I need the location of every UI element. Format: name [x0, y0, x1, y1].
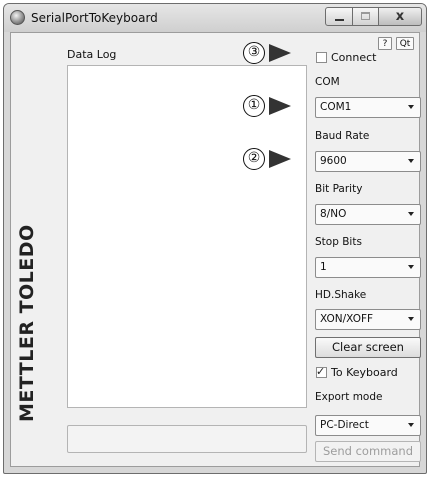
window-title: SerialPortToKeyboard	[31, 11, 158, 25]
brand-logo: METTLER TOLEDO	[16, 224, 38, 422]
export-mode-label: Export mode	[315, 391, 383, 403]
chevron-down-icon	[408, 265, 414, 269]
connect-checkbox[interactable]	[316, 52, 327, 63]
arrow-right-icon	[269, 97, 291, 115]
callout-1: ①	[243, 95, 291, 117]
help-button[interactable]: ?	[378, 37, 392, 50]
minimize-icon	[335, 19, 344, 21]
close-button[interactable]: x	[378, 7, 422, 26]
about-qt-button[interactable]: Qt	[396, 37, 414, 50]
callout-number: ②	[243, 148, 265, 170]
export-mode-value: PC-Direct	[320, 419, 369, 431]
callout-3: ③	[243, 42, 291, 64]
maximize-button[interactable]	[352, 7, 379, 26]
bit-parity-value: 8/NO	[320, 208, 347, 220]
chevron-down-icon	[408, 159, 414, 163]
bit-parity-select[interactable]: 8/NO	[315, 204, 421, 225]
send-command-button[interactable]: Send command	[315, 441, 421, 462]
callout-number: ③	[243, 42, 265, 64]
handshake-label: HD.Shake	[315, 289, 367, 301]
stop-bits-value: 1	[320, 261, 327, 273]
data-log-label: Data Log	[67, 48, 117, 61]
handshake-value: XON/XOFF	[320, 313, 374, 325]
callout-number: ①	[243, 95, 265, 117]
chevron-down-icon	[408, 423, 414, 427]
stop-bits-label: Stop Bits	[315, 236, 362, 248]
com-select[interactable]: COM1	[315, 97, 421, 118]
clear-screen-button[interactable]: Clear screen	[315, 337, 421, 358]
callout-2: ②	[243, 148, 291, 170]
command-input[interactable]	[67, 425, 307, 453]
com-value: COM1	[320, 101, 352, 113]
com-label: COM	[315, 76, 340, 88]
maximize-icon	[361, 12, 370, 20]
bit-parity-label: Bit Parity	[315, 183, 363, 195]
close-icon: x	[395, 9, 405, 24]
baud-rate-label: Baud Rate	[315, 130, 370, 142]
handshake-select[interactable]: XON/XOFF	[315, 309, 421, 330]
arrow-right-icon	[269, 44, 291, 62]
export-mode-select[interactable]: PC-Direct	[315, 415, 421, 436]
app-icon	[10, 10, 25, 25]
title-bar[interactable]: SerialPortToKeyboard x	[4, 4, 426, 32]
minimize-button[interactable]	[325, 7, 353, 26]
chevron-down-icon	[408, 212, 414, 216]
connect-label: Connect	[331, 51, 377, 64]
to-keyboard-checkbox[interactable]: ✓	[316, 365, 327, 378]
chevron-down-icon	[408, 317, 414, 321]
app-window: SerialPortToKeyboard x METTLER TOLEDO Da…	[3, 3, 427, 474]
main-panel: METTLER TOLEDO Data Log ? Qt Connect COM…	[10, 32, 421, 467]
to-keyboard-label: To Keyboard	[331, 366, 398, 379]
baud-rate-select[interactable]: 9600	[315, 151, 421, 172]
chevron-down-icon	[408, 105, 414, 109]
baud-rate-value: 9600	[320, 155, 347, 167]
checkmark-icon: ✓	[316, 365, 326, 378]
stop-bits-select[interactable]: 1	[315, 257, 421, 278]
arrow-right-icon	[269, 150, 291, 168]
